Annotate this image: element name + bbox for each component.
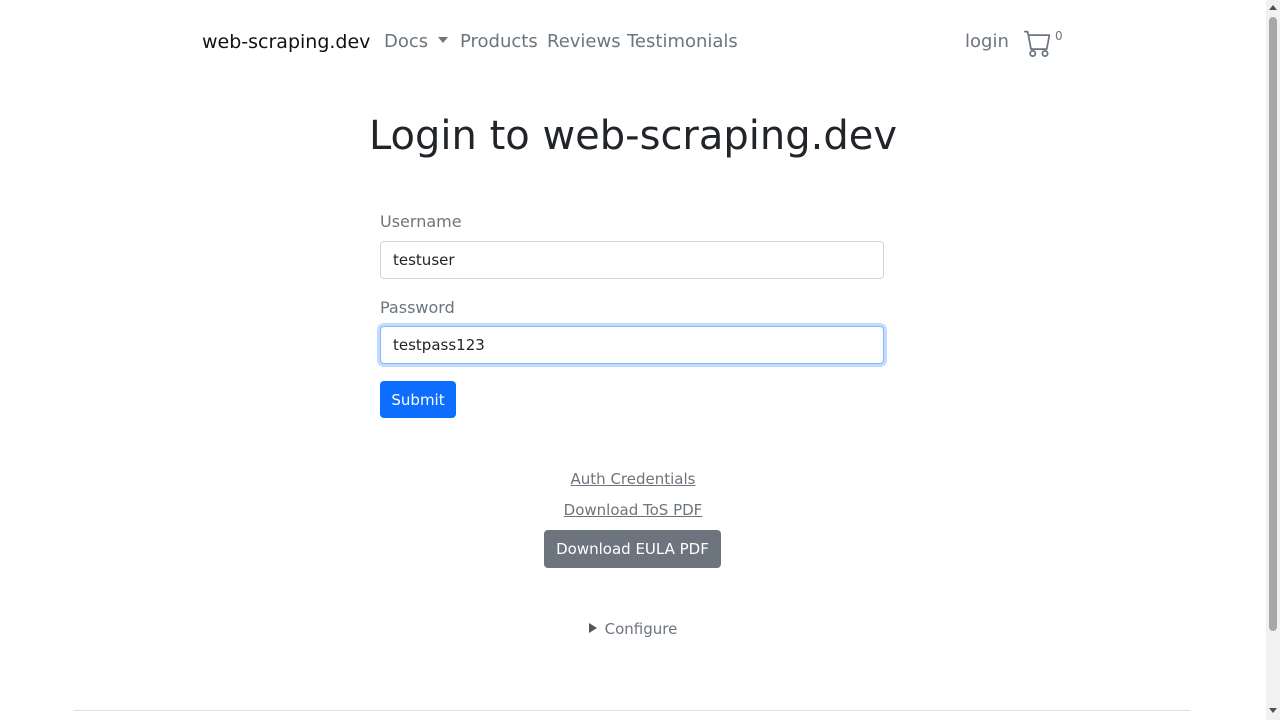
username-label: Username bbox=[380, 212, 462, 231]
triangle-right-icon bbox=[588, 623, 597, 633]
username-input[interactable] bbox=[380, 241, 884, 279]
nav-products-link[interactable]: Products bbox=[460, 31, 538, 52]
password-label: Password bbox=[380, 298, 455, 317]
submit-button[interactable]: Submit bbox=[380, 381, 456, 418]
scroll-down-arrow-icon[interactable] bbox=[1269, 708, 1277, 713]
cart-count-badge: 0 bbox=[1055, 29, 1063, 43]
nav-docs-dropdown[interactable]: Docs bbox=[384, 31, 449, 52]
brand-link[interactable]: web-scraping.dev bbox=[202, 31, 370, 53]
footer-divider bbox=[74, 710, 1190, 711]
password-input[interactable] bbox=[380, 326, 884, 364]
page-title: Login to web-scraping.dev bbox=[368, 113, 898, 159]
page: web-scraping.dev Docs Products Reviews T… bbox=[0, 0, 1280, 720]
download-tos-link[interactable]: Download ToS PDF bbox=[0, 501, 1266, 519]
configure-label: Configure bbox=[604, 620, 678, 638]
scroll-up-arrow-icon[interactable] bbox=[1269, 5, 1277, 10]
scrollbar-thumb[interactable] bbox=[1269, 17, 1277, 631]
cart-icon[interactable] bbox=[1024, 29, 1052, 57]
nav-login-link[interactable]: login bbox=[965, 31, 1009, 52]
nav-reviews-link[interactable]: Reviews bbox=[547, 31, 621, 52]
vertical-scrollbar[interactable] bbox=[1266, 0, 1280, 720]
nav-docs-label: Docs bbox=[384, 31, 429, 52]
caret-down-icon bbox=[438, 37, 449, 43]
download-eula-button[interactable]: Download EULA PDF bbox=[544, 530, 721, 568]
navbar: web-scraping.dev Docs Products Reviews T… bbox=[0, 0, 1266, 86]
configure-toggle[interactable]: Configure bbox=[0, 620, 1266, 638]
nav-testimonials-link[interactable]: Testimonials bbox=[627, 31, 738, 52]
auth-credentials-link[interactable]: Auth Credentials bbox=[0, 470, 1266, 488]
